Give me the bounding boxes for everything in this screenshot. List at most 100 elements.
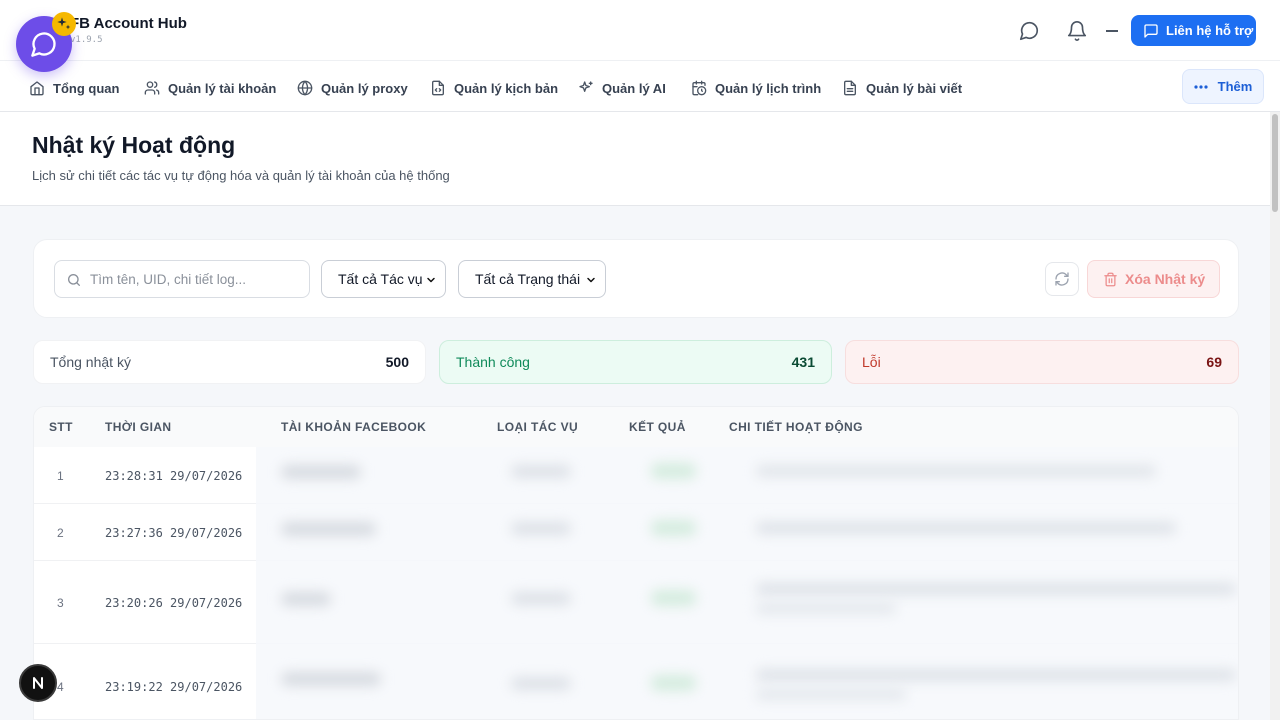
column-header: CHI TIẾT HOẠT ĐỘNG xyxy=(729,420,863,434)
more-label: Thêm xyxy=(1217,79,1253,94)
blurred-task-type xyxy=(511,592,571,605)
blurred-account xyxy=(281,522,376,536)
nav-item-accounts[interactable]: Quản lý tài khoản xyxy=(144,78,276,98)
nav-item-overview[interactable]: Tổng quan xyxy=(29,78,119,98)
nav-label: Quản lý bài viết xyxy=(866,80,963,96)
chevron-down-icon xyxy=(587,277,595,283)
top-bar: FB Account Hub v1.9.5 Liên hệ hỗ trợ xyxy=(0,0,1280,60)
document-icon xyxy=(844,80,856,96)
row-index: 1 xyxy=(57,469,64,483)
more-button[interactable]: Thêm xyxy=(1182,69,1264,104)
column-header: KẾT QUẢ xyxy=(629,420,686,434)
row-index: 3 xyxy=(57,596,64,610)
blurred-account xyxy=(281,592,331,606)
stat-success-value: 431 xyxy=(791,354,815,370)
minimize-button[interactable] xyxy=(1106,30,1118,32)
chat-icon xyxy=(1144,23,1158,38)
page-subtitle: Lịch sử chi tiết các tác vụ tự động hóa … xyxy=(32,168,450,183)
bell-icon[interactable] xyxy=(1066,20,1088,42)
nav-item-scripts[interactable]: Quản lý kịch bản xyxy=(430,78,558,98)
nav-item-schedule[interactable]: Quản lý lịch trình xyxy=(691,78,821,98)
nav-item-ai[interactable]: Quản lý AI xyxy=(578,78,666,98)
stat-error-label: Lỗi xyxy=(862,354,881,370)
main-nav: Tổng quan Quản lý tài khoản Quản lý prox… xyxy=(0,60,1280,112)
delete-logs-label: Xóa Nhật ký xyxy=(1125,271,1206,287)
refresh-button[interactable] xyxy=(1045,262,1079,296)
nav-label: Quản lý proxy xyxy=(321,80,408,96)
status-filter-select[interactable]: Tất cả Trạng thái xyxy=(458,260,606,298)
chat-bubble-icon xyxy=(31,32,56,57)
blurred-task-type xyxy=(511,522,571,535)
support-label: Liên hệ hỗ trợ xyxy=(1166,23,1254,38)
blurred-detail xyxy=(756,689,906,700)
column-header: THỜI GIAN xyxy=(105,420,172,434)
task-filter-value: Tất cả Tác vụ xyxy=(338,271,423,287)
row-time: 23:20:26 29/07/2026 xyxy=(105,596,243,610)
nav-item-proxy[interactable]: Quản lý proxy xyxy=(297,78,408,98)
column-header: STT xyxy=(49,420,73,434)
nav-label: Quản lý kịch bản xyxy=(454,80,559,96)
delete-logs-button[interactable]: Xóa Nhật ký xyxy=(1087,260,1220,298)
stat-total-card: Tổng nhật ký 500 xyxy=(33,340,426,384)
table-header: STT THỜI GIAN TÀI KHOẢN FACEBOOK LOẠI TÁ… xyxy=(34,407,1238,447)
more-dots-icon xyxy=(1194,84,1208,89)
calendar-clock-icon xyxy=(692,80,707,96)
row-index: 4 xyxy=(57,680,64,694)
nav-item-posts[interactable]: Quản lý bài viết xyxy=(842,78,962,98)
sparkle-badge xyxy=(52,12,76,36)
nav-label: Quản lý lịch trình xyxy=(715,80,822,96)
search-box xyxy=(54,260,310,298)
search-icon xyxy=(68,274,80,286)
blurred-log-content xyxy=(256,447,1238,719)
trash-icon xyxy=(1104,272,1117,286)
blurred-result xyxy=(651,590,696,606)
filter-card: Tất cả Tác vụ Tất cả Trạng thái Xóa Nhật… xyxy=(33,239,1239,318)
app-version: v1.9.5 xyxy=(70,35,103,45)
stat-total-label: Tổng nhật ký xyxy=(50,354,131,370)
sparkles-icon xyxy=(579,81,593,92)
next-logo-icon xyxy=(33,677,43,689)
blurred-result xyxy=(651,520,696,536)
scrollbar[interactable] xyxy=(1270,112,1280,720)
row-time: 23:28:31 29/07/2026 xyxy=(105,469,243,483)
blurred-task-type xyxy=(511,465,571,478)
blurred-detail xyxy=(756,603,896,614)
app-title: FB Account Hub xyxy=(70,15,187,32)
script-file-icon xyxy=(432,80,444,96)
activity-log-table: STT THỜI GIAN TÀI KHOẢN FACEBOOK LOẠI TÁ… xyxy=(33,406,1239,720)
blurred-detail xyxy=(756,583,1236,595)
blurred-account xyxy=(281,672,381,686)
home-icon xyxy=(30,81,44,96)
support-button[interactable]: Liên hệ hỗ trợ xyxy=(1131,15,1256,46)
stat-success-card: Thành công 431 xyxy=(439,340,832,384)
next-devtools-button[interactable] xyxy=(19,664,57,702)
row-time: 23:27:36 29/07/2026 xyxy=(105,526,243,540)
stat-error-value: 69 xyxy=(1206,354,1222,370)
blurred-detail xyxy=(756,669,1236,681)
stat-success-label: Thành công xyxy=(456,354,530,370)
blurred-task-type xyxy=(511,677,571,690)
nav-label: Quản lý tài khoản xyxy=(168,80,277,96)
blurred-account xyxy=(281,465,361,479)
status-filter-value: Tất cả Trạng thái xyxy=(475,271,581,287)
page-header: Nhật ký Hoạt động Lịch sử chi tiết các t… xyxy=(0,112,1270,206)
search-input[interactable] xyxy=(90,262,305,296)
task-filter-select[interactable]: Tất cả Tác vụ xyxy=(321,260,446,298)
users-icon xyxy=(144,81,160,95)
column-header: LOẠI TÁC VỤ xyxy=(497,420,579,434)
row-time: 23:19:22 29/07/2026 xyxy=(105,680,243,694)
chevron-down-icon xyxy=(427,277,435,283)
blurred-detail xyxy=(756,522,1176,534)
refresh-icon xyxy=(1055,272,1069,286)
row-index: 2 xyxy=(57,526,64,540)
blurred-result xyxy=(651,463,696,479)
stat-error-card: Lỗi 69 xyxy=(845,340,1239,384)
nav-label: Tổng quan xyxy=(53,80,120,96)
blurred-detail xyxy=(756,465,1156,477)
globe-icon xyxy=(297,80,313,96)
column-header: TÀI KHOẢN FACEBOOK xyxy=(281,420,427,434)
messages-icon[interactable] xyxy=(1018,20,1040,42)
sparkles-icon xyxy=(57,17,71,30)
scrollbar-thumb[interactable] xyxy=(1272,114,1278,212)
blurred-result xyxy=(651,675,696,691)
